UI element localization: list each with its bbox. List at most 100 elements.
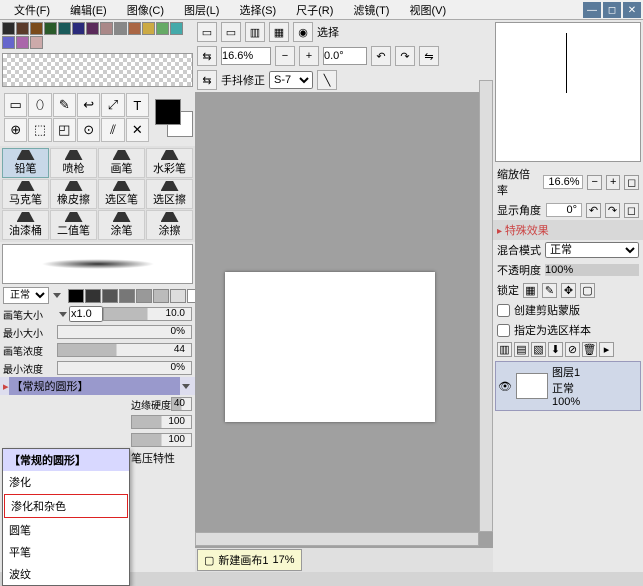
delete-layer-button[interactable]: 🗑 (582, 342, 597, 357)
brush-button[interactable]: 喷枪 (50, 148, 97, 178)
brush-button[interactable]: 二值笔 (50, 210, 97, 240)
tool-button[interactable]: ⤢ (101, 93, 124, 117)
brush-button[interactable]: 马克笔 (2, 179, 49, 209)
color-swatch[interactable] (114, 22, 127, 35)
flip-button[interactable]: ⇋ (419, 46, 439, 66)
density-preset[interactable] (170, 289, 186, 303)
selection-icon[interactable]: ◉ (293, 22, 313, 42)
tool-button[interactable]: ✎ (53, 93, 76, 117)
density-preset[interactable] (68, 289, 84, 303)
tool-button[interactable]: ⬚ (28, 118, 51, 142)
clipping-checkbox[interactable] (497, 304, 510, 317)
rotate-cw-button[interactable]: ↷ (605, 203, 620, 218)
tool-button[interactable]: ↩ (77, 93, 100, 117)
min-size-slider[interactable]: 0% (57, 325, 192, 339)
color-swatch[interactable] (128, 22, 141, 35)
color-swatch[interactable] (16, 36, 29, 49)
density-preset[interactable] (136, 289, 152, 303)
brush-button[interactable]: 选区笔 (98, 179, 145, 209)
merge-button[interactable]: ⬇ (548, 342, 563, 357)
chevron-down-icon[interactable] (59, 312, 67, 317)
density-preset[interactable] (153, 289, 169, 303)
brush-size-mult[interactable] (69, 306, 103, 322)
tool-button[interactable]: ⫽ (101, 118, 124, 142)
dropdown-item[interactable]: 平笔 (3, 541, 129, 563)
navigator[interactable] (495, 22, 641, 162)
color-swatch[interactable] (170, 22, 183, 35)
toolbar-btn[interactable]: ▭ (221, 22, 241, 42)
angle-value[interactable]: 0° (546, 203, 582, 217)
dropdown-item[interactable]: 波纹 (3, 563, 129, 585)
edge-hardness-slider[interactable]: 40 (171, 397, 192, 411)
brush-shape-dropdown[interactable]: 【常规的圆形】渗化渗化和杂色圆笔平笔波纹 (2, 448, 130, 586)
layer-row[interactable]: 👁 图层1 正常 100% (495, 361, 641, 411)
canvas-area[interactable] (195, 92, 493, 572)
zoom-fit-icon[interactable]: ⇆ (197, 46, 217, 66)
zoom-rate-value[interactable]: 16.6% (543, 175, 583, 189)
color-swatch[interactable] (30, 22, 43, 35)
brush-button[interactable]: 油漆桶 (2, 210, 49, 240)
selsample-checkbox[interactable] (497, 324, 510, 337)
fx-header[interactable]: ▸ 特殊效果 (493, 220, 643, 240)
blend-mode-select[interactable]: 正常 (3, 287, 49, 304)
zoom-in-button[interactable]: + (299, 46, 319, 66)
tool-button[interactable]: ⊙ (77, 118, 100, 142)
density-preset[interactable] (102, 289, 118, 303)
clear-button[interactable]: ⊘ (565, 342, 580, 357)
menu-view[interactable]: 视图(V) (399, 2, 456, 18)
document-tab[interactable]: ▢ 新建画布1 17% (197, 549, 302, 571)
density-preset[interactable] (85, 289, 101, 303)
tool-button[interactable]: ⬯ (28, 93, 51, 117)
tool-button[interactable]: ⊕ (4, 118, 27, 142)
rotate-reset-button[interactable]: ◻ (624, 203, 639, 218)
scratchpad[interactable] (2, 53, 193, 87)
tool-button[interactable]: T (126, 93, 149, 117)
min-density-slider[interactable]: 0% (57, 361, 192, 375)
dropdown-item[interactable]: 渗化 (3, 471, 129, 493)
lock-all-button[interactable]: ▦ (523, 283, 538, 298)
brush-shape-select[interactable]: 【常规的圆形】 (9, 377, 180, 395)
toolbar-btn[interactable]: ▥ (245, 22, 265, 42)
dropdown-item[interactable]: 【常规的圆形】 (3, 449, 129, 471)
lock-move-button[interactable]: ✥ (561, 283, 576, 298)
brush-button[interactable]: 涂擦 (146, 210, 193, 240)
stabilizer-icon[interactable]: ⇆ (197, 70, 217, 90)
color-swatch[interactable] (86, 22, 99, 35)
rotate-cw-button[interactable]: ↷ (395, 46, 415, 66)
brush-button[interactable]: 水彩笔 (146, 148, 193, 178)
canvas[interactable] (225, 272, 435, 422)
density-slider[interactable]: 44 (57, 343, 192, 357)
tool-button[interactable]: ▭ (4, 93, 27, 117)
color-swatch[interactable] (142, 22, 155, 35)
scrollbar-horizontal[interactable] (195, 532, 479, 546)
zoom-out-button[interactable]: − (275, 46, 295, 66)
zoom-in-button[interactable]: + (606, 175, 621, 190)
brush-button[interactable]: 涂笔 (98, 210, 145, 240)
rotate-ccw-button[interactable]: ↶ (371, 46, 391, 66)
close-button[interactable]: ✕ (623, 2, 641, 18)
lock-alpha-button[interactable]: ▢ (580, 283, 595, 298)
toolbar-btn[interactable]: ▦ (269, 22, 289, 42)
stabilizer-select[interactable]: S-7 (269, 71, 313, 89)
scrollbar-vertical[interactable] (479, 80, 493, 532)
zoom-reset-button[interactable]: ◻ (624, 175, 639, 190)
toolbar-btn[interactable]: ▭ (197, 22, 217, 42)
color-swatch[interactable] (156, 22, 169, 35)
color-swatch[interactable] (72, 22, 85, 35)
menu-edit[interactable]: 编辑(E) (60, 2, 117, 18)
zoom-input[interactable] (221, 47, 271, 65)
dropdown-item[interactable]: 渗化和杂色 (4, 494, 128, 518)
menu-file[interactable]: 文件(F) (4, 2, 60, 18)
param-slider[interactable]: 100 (131, 415, 192, 429)
color-swatch[interactable] (44, 22, 57, 35)
brush-button[interactable]: 画笔 (98, 148, 145, 178)
brush-button[interactable]: 选区擦 (146, 179, 193, 209)
menu-layer[interactable]: 图层(L) (174, 2, 229, 18)
color-swatch[interactable] (2, 36, 15, 49)
param-slider[interactable]: 100 (131, 433, 192, 447)
color-swatch[interactable] (100, 22, 113, 35)
density-preset[interactable] (119, 289, 135, 303)
angle-input[interactable] (323, 47, 367, 65)
brush-button[interactable]: 铅笔 (2, 148, 49, 178)
layer-menu-button[interactable]: ▸ (599, 342, 614, 357)
